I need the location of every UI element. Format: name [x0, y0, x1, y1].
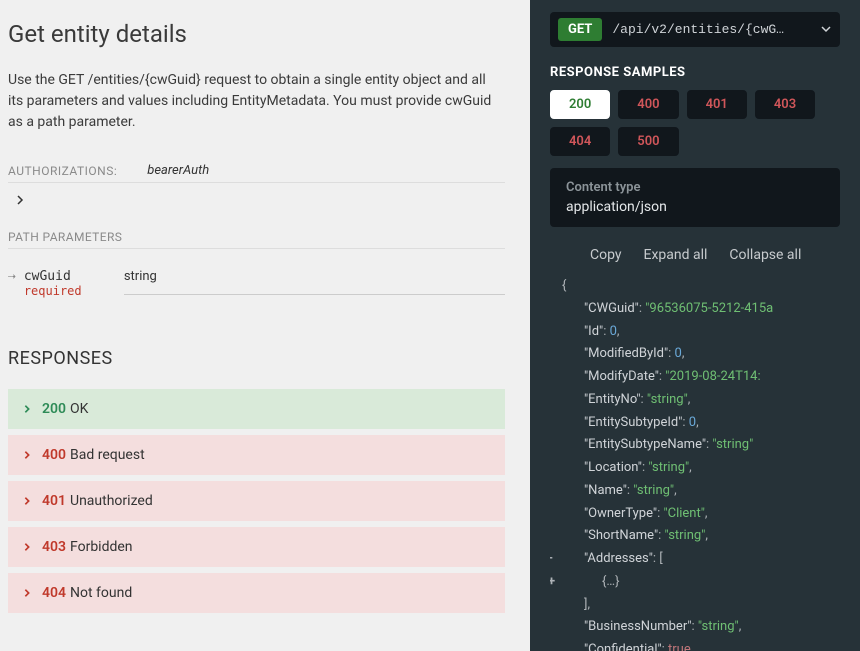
response-item-403[interactable]: 403 Forbidden: [8, 527, 505, 567]
auth-label: AUTHORIZATIONS:: [8, 164, 117, 178]
sample-tab-403[interactable]: 403: [755, 90, 815, 119]
content-type-label: Content type: [566, 180, 824, 195]
param-arrow-icon: ⇢: [8, 269, 16, 284]
collapse-all-button[interactable]: Collapse all: [729, 247, 801, 263]
chevron-right-icon: [22, 450, 32, 460]
json-body: {"CWGuid": "96536075-5212-415a"Id": 0,"M…: [550, 275, 860, 651]
content-type-value: application/json: [566, 199, 824, 215]
chevron-right-icon: [22, 404, 32, 414]
param-name: cwGuid: [24, 269, 124, 284]
content-type-box: Content type application/json: [550, 168, 840, 227]
response-text: OK: [70, 401, 88, 417]
response-text: Not found: [70, 585, 132, 601]
endpoint-description: Use the GET /entities/{cwGuid} request t…: [8, 70, 498, 133]
chevron-down-icon: [820, 20, 832, 39]
expand-all-button[interactable]: Expand all: [644, 247, 708, 263]
endpoint-path: /api/v2/entities/{cwG…: [612, 22, 820, 37]
response-code: 401: [42, 493, 66, 509]
response-code: 200: [42, 401, 66, 417]
response-code: 404: [42, 585, 66, 601]
sample-tab-500[interactable]: 500: [618, 127, 678, 156]
response-item-404[interactable]: 404 Not found: [8, 573, 505, 613]
auth-value: bearerAuth: [147, 163, 209, 178]
sample-tab-400[interactable]: 400: [618, 90, 678, 119]
json-toolbar: Copy Expand all Collapse all: [550, 239, 860, 275]
response-item-401[interactable]: 401 Unauthorized: [8, 481, 505, 521]
collapse-toggle[interactable]: -: [550, 548, 553, 571]
chevron-right-icon: [22, 542, 32, 552]
endpoint-bar[interactable]: GET /api/v2/entities/{cwG…: [550, 12, 840, 47]
response-code: 403: [42, 539, 66, 555]
response-item-400[interactable]: 400 Bad request: [8, 435, 505, 475]
sample-tab-404[interactable]: 404: [550, 127, 610, 156]
chevron-right-icon: [22, 496, 32, 506]
copy-button[interactable]: Copy: [590, 247, 622, 263]
collapse-toggle[interactable]: +: [550, 571, 555, 594]
page-title: Get entity details: [8, 20, 505, 48]
response-code: 400: [42, 447, 66, 463]
path-param-row: ⇢ cwGuid required string: [8, 259, 505, 308]
param-required-badge: required: [24, 284, 124, 298]
sample-tab-401[interactable]: 401: [687, 90, 747, 119]
sample-tab-200[interactable]: 200: [550, 90, 610, 119]
chevron-right-icon: [22, 588, 32, 598]
response-samples-heading: RESPONSE SAMPLES: [550, 65, 860, 80]
responses-heading: RESPONSES: [8, 348, 505, 369]
response-text: Forbidden: [70, 539, 133, 555]
expand-auth-button[interactable]: [14, 191, 505, 210]
http-method-badge: GET: [558, 18, 602, 41]
authorizations-row: AUTHORIZATIONS: bearerAuth: [8, 163, 505, 183]
param-type: string: [124, 269, 505, 295]
response-text: Bad request: [70, 447, 145, 463]
response-text: Unauthorized: [70, 493, 153, 509]
path-params-heading: PATH PARAMETERS: [8, 230, 505, 249]
response-item-200[interactable]: 200 OK: [8, 389, 505, 429]
